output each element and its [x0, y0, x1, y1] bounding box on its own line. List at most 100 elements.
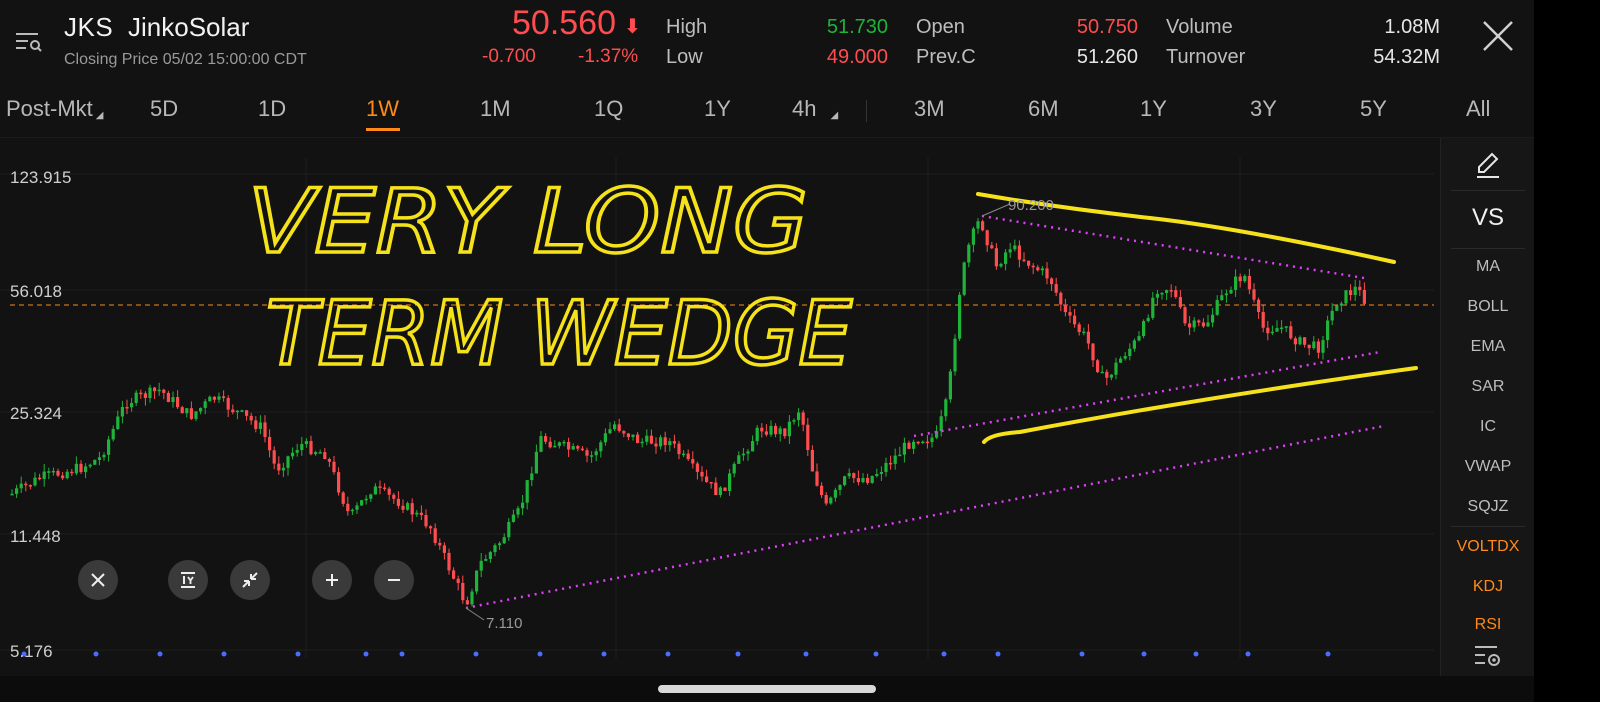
candle-body [28, 485, 32, 487]
candle-body [433, 528, 437, 543]
indicator-rsi[interactable]: RSI [1441, 616, 1535, 632]
minus-icon [388, 579, 400, 581]
indicator-ema[interactable]: EMA [1441, 338, 1535, 356]
tab-5y[interactable]: 5Y [1360, 96, 1387, 122]
candle-body [226, 398, 230, 410]
candle-body [755, 427, 759, 442]
candle-body [1335, 305, 1339, 311]
tab-1y-long[interactable]: 1Y [1140, 96, 1167, 122]
candle-body [1289, 326, 1293, 339]
tab-1w[interactable]: 1W [366, 96, 399, 122]
candle-body [1211, 314, 1215, 323]
indicator-boll[interactable]: BOLL [1441, 298, 1535, 316]
indicator-vwap[interactable]: VWAP [1441, 458, 1535, 476]
candle-body [1215, 300, 1219, 315]
candle-body [682, 453, 686, 456]
candle-body [645, 435, 649, 442]
chart-canvas[interactable]: 90.200 7.110 VERY LONG TERM WEDGE [0, 138, 1440, 676]
x-axis-markers [21, 651, 1331, 657]
candle-body [475, 570, 479, 592]
candle-body [557, 442, 561, 446]
y-axis-scale-button[interactable] [168, 560, 208, 600]
zoom-out-button[interactable] [374, 560, 414, 600]
candle-body [1132, 340, 1136, 349]
indicator-kdj[interactable]: KDJ [1441, 578, 1535, 596]
tab-1m[interactable]: 1M [480, 96, 511, 122]
candle-body [498, 543, 502, 546]
candle-body [516, 508, 520, 515]
candle-body [1220, 295, 1224, 301]
high-value: 51.730 [826, 16, 888, 38]
indicator-voltdx[interactable]: VOLTDX [1441, 538, 1535, 556]
tab-1y[interactable]: 1Y [704, 96, 731, 122]
menu-search-icon[interactable] [14, 28, 44, 56]
candle-body [15, 488, 19, 494]
exit-fullscreen-button[interactable] [78, 560, 118, 600]
candle-body [111, 428, 115, 440]
candle-body [838, 485, 842, 490]
event-marker-dot [363, 651, 369, 657]
indicator-ic[interactable]: IC [1441, 418, 1535, 436]
candle-body [622, 430, 626, 434]
screen-edge [1534, 0, 1600, 702]
tab-all[interactable]: All [1466, 96, 1490, 122]
candle-body [1298, 337, 1302, 345]
candle-body [465, 600, 469, 605]
close-icon[interactable] [1480, 18, 1516, 54]
candle-body [1091, 343, 1095, 361]
compare-vs-button[interactable]: VS [1441, 204, 1535, 232]
candle-body [1339, 303, 1343, 306]
candle-body [820, 485, 824, 496]
zoom-in-button[interactable] [312, 560, 352, 600]
tab-post-market-label: Post-Mkt [6, 96, 93, 121]
candle-body [1169, 290, 1173, 292]
candle-body [162, 389, 166, 393]
candle-body [148, 387, 152, 398]
indicator-settings-icon[interactable] [1473, 644, 1503, 670]
plus-icon [326, 574, 338, 586]
candle-body [778, 428, 782, 435]
candle-body [235, 410, 239, 413]
tab-1q[interactable]: 1Q [594, 96, 623, 122]
collapse-button[interactable] [230, 560, 270, 600]
candle-body [921, 441, 925, 444]
tab-6m[interactable]: 6M [1028, 96, 1059, 122]
candle-body [562, 441, 566, 444]
candle-body [741, 453, 745, 456]
candle-body [199, 407, 203, 412]
candle-body [1201, 322, 1205, 327]
candle-body [410, 503, 414, 515]
tab-1d[interactable]: 1D [258, 96, 286, 122]
tab-3m[interactable]: 3M [914, 96, 945, 122]
tab-5d[interactable]: 5D [150, 96, 178, 122]
event-marker-dot [537, 651, 543, 657]
candle-body [240, 410, 244, 412]
candle-body [916, 441, 920, 444]
candle-body [626, 433, 630, 438]
tab-4h[interactable]: 4h ◢ [792, 96, 838, 122]
candle-body [1243, 275, 1247, 282]
candle-body [429, 526, 433, 529]
pencil-icon[interactable] [1473, 150, 1503, 180]
indicator-sar[interactable]: SAR [1441, 378, 1535, 396]
dropdown-caret-icon: ◢ [830, 110, 839, 121]
tab-3y[interactable]: 3Y [1250, 96, 1277, 122]
indicator-ma[interactable]: MA [1441, 258, 1535, 276]
candle-body [944, 399, 948, 417]
candle-body [10, 493, 14, 496]
candlestick-chart[interactable]: 90.200 7.110 VERY LONG TERM WEDGE 123.91… [0, 138, 1440, 676]
home-indicator[interactable] [658, 685, 876, 693]
event-marker-dot [735, 651, 741, 657]
event-marker-dot [1141, 651, 1147, 657]
candle-body [774, 425, 778, 435]
tab-post-market[interactable]: Post-Mkt ◢ [6, 96, 104, 122]
candle-body [553, 445, 557, 448]
candle-body [613, 424, 617, 430]
indicator-sqjz[interactable]: SQJZ [1441, 498, 1535, 516]
candle-body [1031, 265, 1035, 268]
candle-body [971, 228, 975, 245]
candle-body [153, 387, 157, 392]
low-label: Low [666, 46, 703, 68]
candle-body [231, 409, 235, 413]
candle-body [212, 396, 216, 400]
